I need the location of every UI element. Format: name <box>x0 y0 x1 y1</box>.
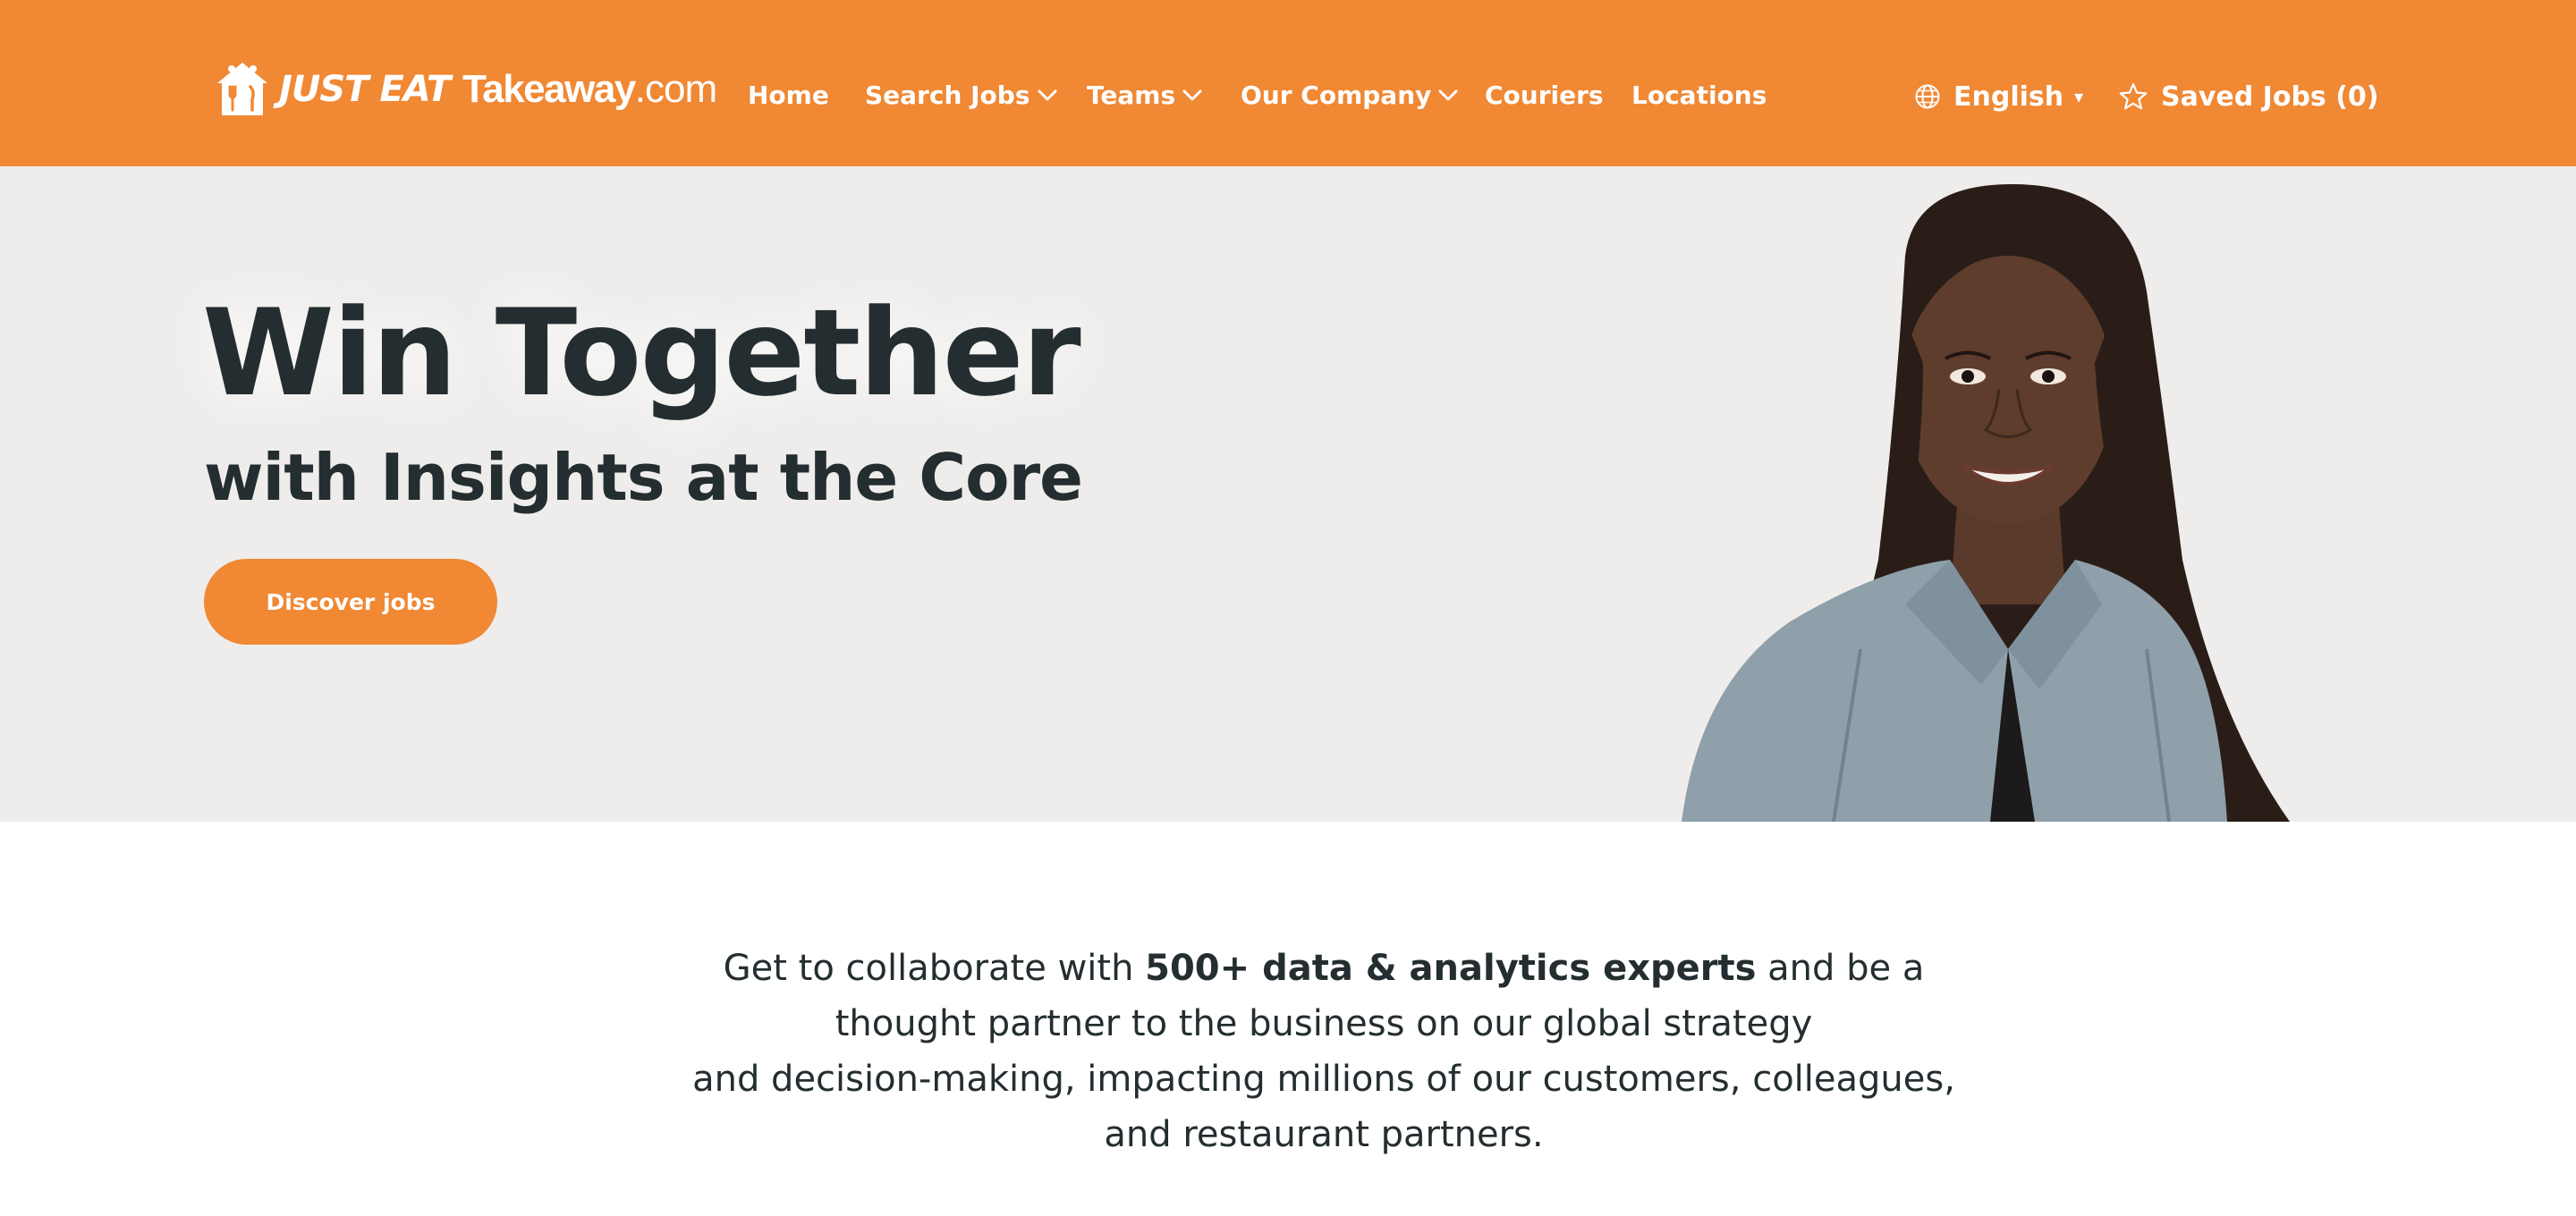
nav-item-couriers[interactable]: Couriers <box>1485 73 1604 116</box>
hero-title: Win Together <box>202 283 1081 423</box>
language-label: English <box>1953 80 2064 113</box>
discover-jobs-button[interactable]: Discover jobs <box>204 559 497 645</box>
nav-item-couriers-label: Couriers <box>1485 80 1604 110</box>
intro-line2: thought partner to the business on our g… <box>835 1003 1813 1044</box>
nav-item-search-jobs-label: Search Jobs <box>865 80 1030 110</box>
saved-jobs-link[interactable]: Saved Jobs (0) <box>2118 75 2379 118</box>
nav-item-our-company-label: Our Company <box>1241 80 1432 110</box>
star-icon <box>2119 82 2148 110</box>
chevron-down-icon <box>1182 89 1202 101</box>
nav-item-our-company[interactable]: Our Company <box>1241 73 1460 116</box>
intro-line1-start: Get to collaborate with <box>723 948 1146 989</box>
nav-item-locations-label: Locations <box>1631 80 1767 110</box>
saved-jobs-label: Saved Jobs (0) <box>2161 80 2379 113</box>
caret-down-icon: ▾ <box>2074 86 2084 107</box>
intro-line1-end: and be a <box>1756 948 1925 989</box>
nav-item-teams[interactable]: Teams <box>1087 73 1204 116</box>
chevron-down-icon <box>1038 89 1057 101</box>
nav-item-home[interactable]: Home <box>748 73 829 116</box>
hero-section: Win Together with Insights at the Core D… <box>0 166 2576 822</box>
intro-paragraph: Get to collaborate with 500+ data & anal… <box>608 941 2039 1162</box>
globe-icon <box>1915 84 1940 109</box>
site-header: JUST EAT Takeaway .com Home Search Jobs T… <box>0 0 2576 166</box>
main-nav: Home Search Jobs Teams Our Company Couri… <box>0 73 1878 116</box>
nav-item-teams-label: Teams <box>1087 80 1176 110</box>
nav-item-locations[interactable]: Locations <box>1631 73 1767 116</box>
nav-item-home-label: Home <box>748 80 829 110</box>
hero-subtitle: with Insights at the Core <box>204 440 1083 515</box>
nav-item-search-jobs[interactable]: Search Jobs <box>865 73 1059 116</box>
portrait-photo <box>1682 184 2290 822</box>
intro-line3: and decision-making, impacting millions … <box>692 1059 1955 1100</box>
language-selector[interactable]: English ▾ <box>1914 75 2083 118</box>
chevron-down-icon <box>1438 89 1458 101</box>
intro-highlight: 500+ data & analytics experts <box>1145 948 1757 989</box>
intro-line4: and restaurant partners. <box>1104 1114 1544 1155</box>
